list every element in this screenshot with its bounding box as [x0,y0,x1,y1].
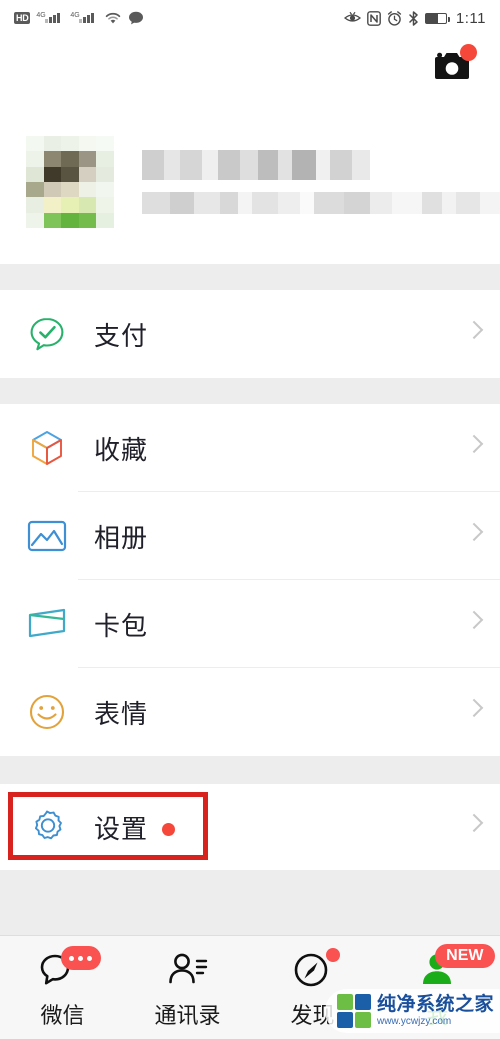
cards-icon [26,603,68,645]
settings-notification-dot [162,822,176,836]
chevron-right-icon [464,522,484,542]
nav-tab-wechat[interactable]: 微信 [0,946,125,1030]
section-gap-2 [0,378,500,404]
profile-name-redacted [142,148,500,182]
wechat-me-screen: HD 4G 4G 1:11 支付 收藏 相册 卡包 表情 设置 微信 通讯录 发… [0,0,500,1039]
profile-card[interactable] [0,100,500,264]
section-pay: 支付 [0,290,500,378]
hd-badge: HD [14,12,31,24]
chevron-right-icon [464,320,484,340]
section-settings: 设置 [0,784,500,870]
row-cards-label: 卡包 [94,611,149,642]
row-settings[interactable]: 设置 [0,784,500,870]
row-pay[interactable]: 支付 [0,290,500,378]
status-bar-left: HD 4G 4G [14,11,144,25]
chat-icon [39,946,101,994]
status-bar-clock: 1:11 [455,9,486,27]
album-icon [26,515,68,557]
signal-1-network-label: 4G [36,12,46,19]
message-bubble-icon [128,11,144,25]
signal-1-icon: 4G [36,12,64,23]
contacts-icon [164,948,212,994]
discover-icon [290,948,340,994]
favorites-icon [26,427,68,469]
eye-care-icon [343,11,361,25]
row-album-label: 相册 [94,523,149,554]
nav-tab-contacts-label: 通讯录 [154,1004,221,1029]
profile-id-redacted [142,190,500,216]
bluetooth-icon [408,10,419,26]
chevron-right-icon [464,813,484,833]
me-new-badge: NEW [435,944,495,968]
profile-info [142,148,500,216]
row-settings-label: 设置 [94,814,149,845]
row-stickers-label: 表情 [94,699,149,730]
watermark-text: 纯净系统之家 www.ycwjzy.com [377,995,494,1027]
pay-icon [26,313,68,355]
row-album[interactable]: 相册 [0,492,500,580]
nfc-icon [367,10,381,26]
chevron-right-icon [464,698,484,718]
wechat-unread-badge [60,946,101,970]
battery-icon [424,12,450,24]
camera-button[interactable] [430,44,478,88]
chevron-right-icon [464,610,484,630]
section-gap-3 [0,756,500,784]
nav-tab-wechat-label: 微信 [40,1004,85,1029]
watermark-title: 纯净系统之家 [376,993,494,1015]
row-pay-label: 支付 [94,321,149,352]
avatar[interactable] [26,136,114,228]
row-stickers[interactable]: 表情 [0,668,500,756]
row-favorites[interactable]: 收藏 [0,404,500,492]
settings-gear-icon [26,806,68,848]
status-bar: HD 4G 4G 1:11 [0,0,500,36]
header-bar [0,36,500,100]
row-cards[interactable]: 卡包 [0,580,500,668]
watermark-logo-icon [336,994,371,1028]
section-gap-4 [0,870,500,935]
chevron-right-icon [464,434,484,454]
watermark: 纯净系统之家 www.ycwjzy.com [324,989,500,1033]
discover-notification-dot [325,948,340,962]
section-gap-1 [0,264,500,290]
sticker-icon [26,691,68,733]
wifi-icon [104,11,122,25]
signal-2-icon: 4G [70,12,98,23]
me-icon: NEW [415,944,495,994]
camera-notification-dot [460,44,477,61]
alarm-clock-icon [387,10,402,26]
row-favorites-label: 收藏 [94,435,149,466]
nav-tab-contacts[interactable]: 通讯录 [125,948,250,1030]
signal-2-network-label: 4G [70,12,80,19]
watermark-url: www.ycwjzy.com [376,1016,452,1027]
status-bar-right: 1:11 [343,9,486,27]
section-collections: 收藏 相册 卡包 表情 [0,404,500,756]
